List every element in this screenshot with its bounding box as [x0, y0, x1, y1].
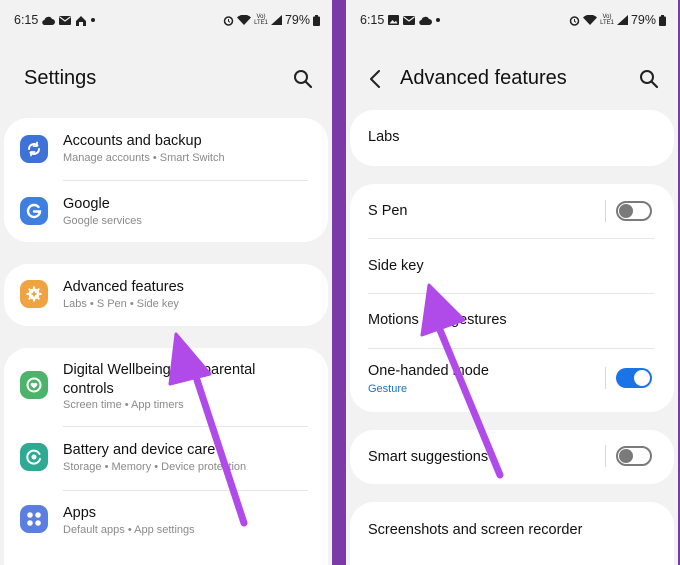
settings-item-advanced-features[interactable]: Advanced features Labs • S Pen • Side ke…	[4, 264, 328, 326]
notification-dot	[91, 18, 96, 22]
settings-card-advanced: Advanced features Labs • S Pen • Side ke…	[4, 264, 328, 326]
volte-indicator: Vo) LTE1	[254, 14, 268, 26]
alarm-icon	[223, 15, 234, 26]
item-title: Accounts and backup	[63, 133, 202, 149]
status-bar: 6:15 Vo) LTE1 79%	[0, 0, 332, 40]
settings-header: Settings	[0, 60, 332, 100]
status-time: 6:15	[14, 13, 39, 27]
s-pen-toggle[interactable]	[616, 201, 652, 221]
item-subtitle: Gesture	[368, 383, 408, 395]
setting-labs[interactable]: Labs	[350, 110, 674, 166]
battery-icon	[659, 14, 666, 26]
status-time: 6:15	[360, 13, 385, 27]
search-button[interactable]	[636, 66, 662, 92]
item-title: Smart suggestions	[368, 449, 489, 465]
signal-icon	[616, 15, 628, 25]
setting-side-key[interactable]: Side key	[350, 239, 674, 293]
battery-icon	[313, 14, 320, 26]
features-card: S Pen Side key Motions and gestures One-…	[350, 184, 674, 412]
item-subtitle: Manage accounts • Smart Switch	[63, 152, 225, 164]
setting-motions-gestures[interactable]: Motions and gestures	[350, 294, 674, 348]
chevron-left-icon	[370, 70, 380, 88]
settings-screen: 6:15 Vo) LTE1 79% Settings Accounts and …	[0, 0, 332, 565]
divider	[605, 445, 606, 467]
search-icon	[294, 70, 313, 89]
settings-card-accounts: Accounts and backup Manage accounts • Sm…	[4, 118, 328, 242]
item-title: Motions and gestures	[368, 312, 507, 328]
apps-icon	[20, 505, 48, 533]
item-subtitle: Screen time • App timers	[63, 399, 184, 411]
item-title: S Pen	[368, 203, 408, 219]
item-title: Side key	[368, 258, 424, 274]
page-title: Settings	[24, 67, 97, 89]
item-title: Apps	[63, 505, 97, 521]
sync-icon	[20, 135, 48, 163]
wifi-icon	[583, 15, 598, 25]
gear-plus-icon	[20, 280, 48, 308]
item-title: Battery and device care	[63, 442, 216, 458]
device-care-icon	[20, 443, 48, 471]
one-handed-mode-toggle[interactable]	[616, 368, 652, 388]
smart-suggestions-toggle[interactable]	[616, 446, 652, 466]
mail-icon	[403, 15, 416, 25]
labs-card: Labs	[350, 110, 674, 166]
divider	[605, 367, 606, 389]
settings-card-device: Digital Wellbeing and parental controls …	[4, 348, 328, 565]
item-title: Google	[63, 196, 110, 212]
page-title: Advanced features	[400, 67, 567, 89]
battery-percent: 79%	[284, 13, 310, 27]
item-subtitle: Google services	[63, 215, 142, 227]
mail-icon	[59, 15, 72, 25]
volte-indicator: Vo) LTE1	[600, 14, 614, 26]
screenshots-card: Screenshots and screen recorder	[350, 502, 674, 565]
wifi-icon	[237, 15, 252, 25]
item-subtitle: Storage • Memory • Device protection	[63, 461, 247, 473]
item-title: One-handed mode	[368, 363, 489, 379]
wellbeing-icon	[20, 371, 48, 399]
smart-suggestions-card: Smart suggestions	[350, 430, 674, 484]
settings-item-battery-device-care[interactable]: Battery and device care Storage • Memory…	[4, 427, 328, 490]
search-icon	[640, 70, 659, 89]
google-icon	[20, 197, 48, 225]
settings-item-digital-wellbeing[interactable]: Digital Wellbeing and parental controls …	[4, 348, 328, 426]
settings-item-accounts-backup[interactable]: Accounts and backup Manage accounts • Sm…	[4, 118, 328, 180]
search-button[interactable]	[290, 66, 316, 92]
item-title: Screenshots and screen recorder	[368, 522, 583, 538]
setting-screenshots-recorder[interactable]: Screenshots and screen recorder	[350, 502, 674, 558]
settings-item-apps[interactable]: Apps Default apps • App settings	[4, 491, 328, 554]
status-bar: 6:15 Vo) LTE1 79%	[346, 0, 678, 40]
settings-item-google[interactable]: Google Google services	[4, 181, 328, 242]
item-subtitle: Labs • S Pen • Side key	[63, 298, 179, 310]
item-title: Digital Wellbeing and parental controls	[63, 362, 256, 397]
advanced-features-header: Advanced features	[346, 60, 678, 100]
battery-percent: 79%	[630, 13, 656, 27]
notification-dot	[436, 18, 441, 22]
item-title: Advanced features	[63, 279, 184, 295]
cloud-icon	[419, 16, 433, 25]
setting-s-pen[interactable]: S Pen	[350, 184, 674, 238]
signal-icon	[270, 15, 282, 25]
item-title: Labs	[368, 129, 400, 145]
alarm-icon	[569, 15, 580, 26]
gallery-icon	[388, 15, 400, 25]
setting-smart-suggestions[interactable]: Smart suggestions	[350, 430, 674, 484]
cloud-icon	[42, 16, 56, 25]
divider	[605, 200, 606, 222]
advanced-features-screen: 6:15 Vo) LTE1 79% Advanced features Labs	[346, 0, 678, 565]
item-subtitle: Default apps • App settings	[63, 524, 195, 536]
back-button[interactable]	[364, 66, 386, 92]
home-icon	[76, 15, 87, 26]
setting-one-handed-mode[interactable]: One-handed mode Gesture	[350, 349, 674, 412]
